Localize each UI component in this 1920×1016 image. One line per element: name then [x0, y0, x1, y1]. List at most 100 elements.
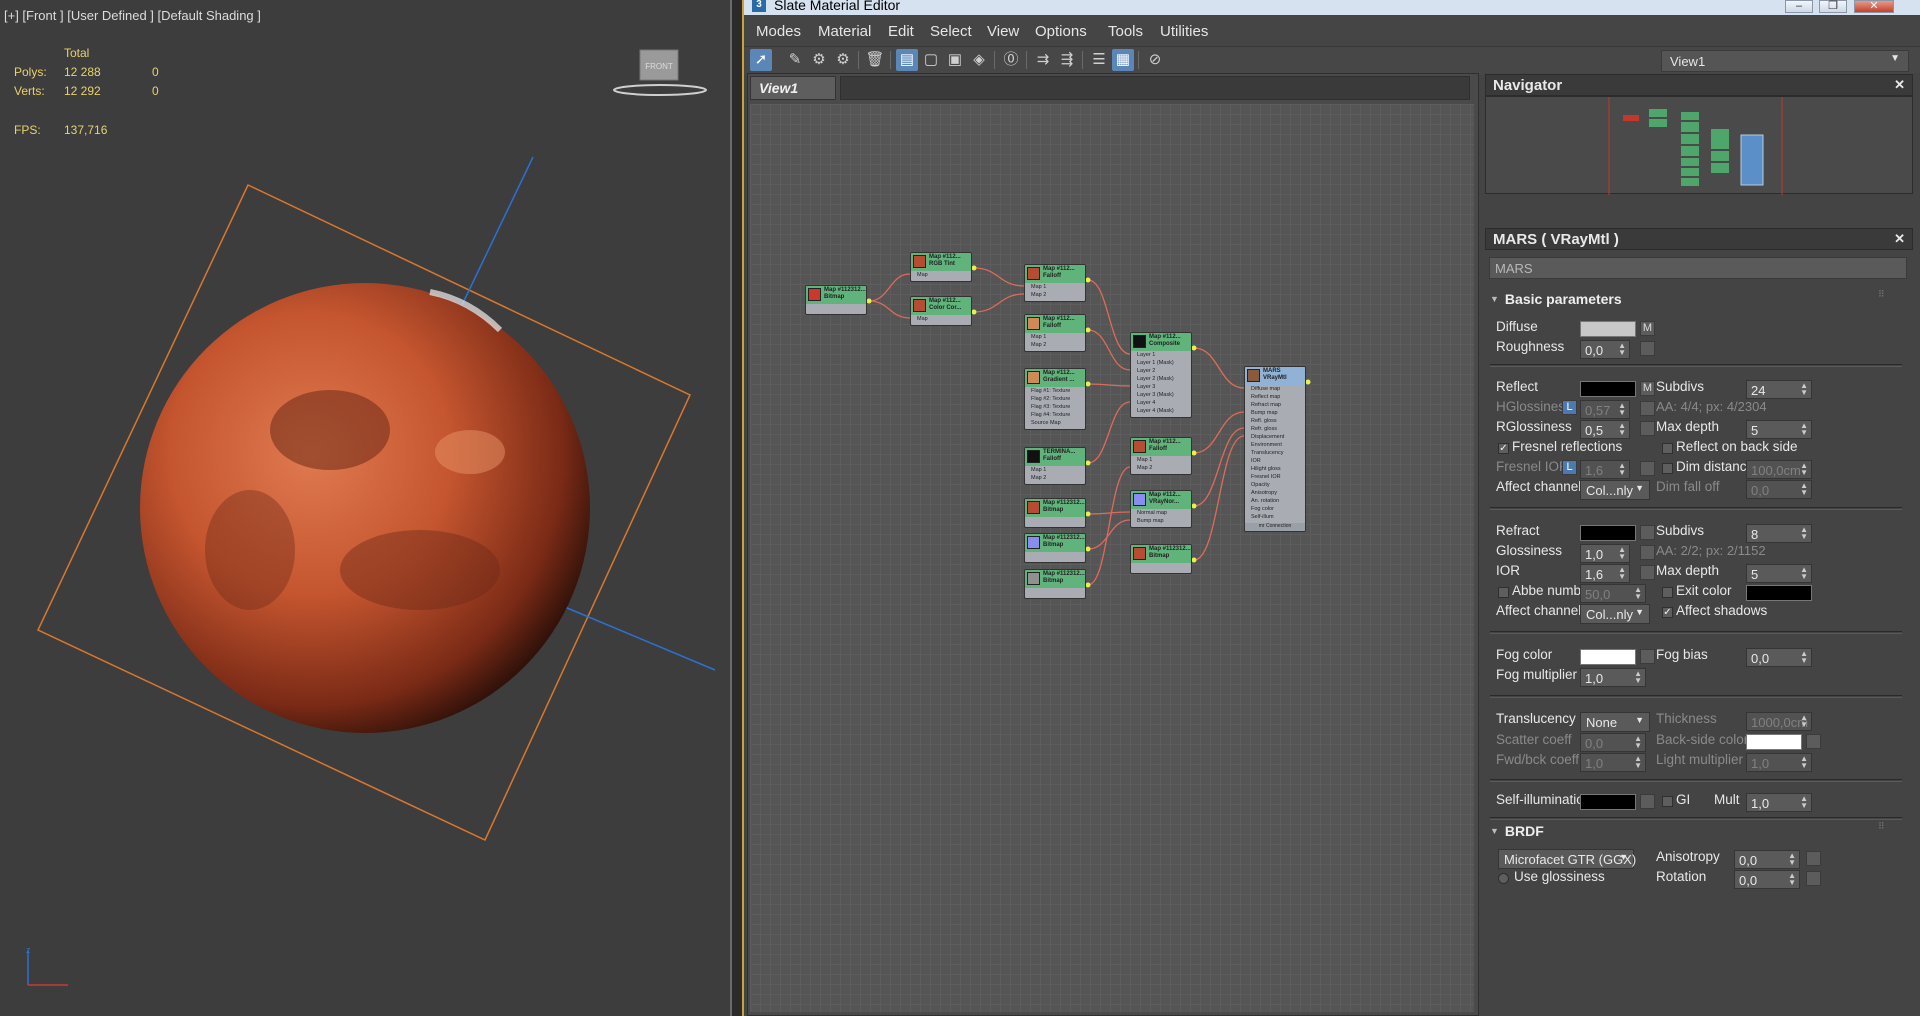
node-slot[interactable]: Flag #1: Texture [1031, 388, 1070, 394]
menu-modes[interactable]: Modes [756, 23, 801, 40]
move-children-icon[interactable]: ▤ [896, 49, 918, 71]
node-slot[interactable]: Map 2 [1031, 475, 1046, 481]
exit-color-checkbox[interactable] [1662, 587, 1673, 598]
title-bar[interactable]: 3 Slate Material Editor – ❐ ✕ [744, 0, 1920, 15]
viewcube[interactable]: FRONT [605, 46, 715, 102]
ior-map-button[interactable] [1640, 565, 1655, 580]
anisotropy-spinner[interactable]: 0,0 ▲ ▼ [1734, 850, 1800, 869]
node-header[interactable]: Map #112312... Bitmap [1025, 534, 1085, 552]
viewcube-face-label[interactable]: FRONT [645, 62, 673, 71]
view-select-dropdown[interactable]: View1 ▼ [1661, 50, 1909, 72]
maximize-icon[interactable]: ❐ [1819, 0, 1847, 13]
viewport-front[interactable]: [+] [Front ] [User Defined ] [Default Sh… [0, 0, 730, 1016]
menu-edit[interactable]: Edit [888, 23, 914, 40]
select-tool-icon[interactable]: ➚ [750, 49, 772, 71]
refract-map-button[interactable] [1640, 525, 1655, 540]
spinner-arrows-icon[interactable]: ▲ ▼ [1634, 735, 1642, 750]
node-slot[interactable]: Hilight gloss [1251, 466, 1281, 472]
affect-channels-dropdown[interactable]: Col...nly ▼ [1580, 480, 1650, 500]
hglossiness-spinner[interactable]: 0,57 ▲ ▼ [1580, 400, 1630, 419]
dim-distance-checkbox[interactable] [1662, 463, 1673, 474]
node-slot[interactable]: Bump map [1251, 410, 1278, 416]
spinner-arrows-icon[interactable]: ▲ ▼ [1800, 482, 1808, 497]
reflect-map-button[interactable]: M [1640, 381, 1655, 396]
output-socket[interactable] [1305, 379, 1311, 385]
node-slot[interactable]: Bump map [1137, 518, 1164, 524]
output-socket[interactable] [1085, 327, 1091, 333]
hglossiness-map-button[interactable] [1640, 401, 1655, 416]
spinner-arrows-icon[interactable]: ▲ ▼ [1800, 755, 1808, 770]
rglossiness-spinner[interactable]: 0,5 ▲ ▼ [1580, 420, 1630, 439]
output-socket[interactable] [1191, 557, 1197, 563]
fresnel-ior-spinner[interactable]: 1,6 ▲ ▼ [1580, 460, 1630, 479]
material-node[interactable]: Map #112312... Bitmap [1024, 569, 1086, 599]
mars-sphere[interactable] [140, 283, 590, 733]
output-socket[interactable] [866, 298, 872, 304]
node-slot[interactable]: Layer 2 (Mask) [1137, 376, 1174, 382]
reflect-backside-checkbox[interactable] [1662, 443, 1673, 454]
spinner-arrows-icon[interactable]: ▲ ▼ [1800, 714, 1808, 729]
backside-color-map-button[interactable] [1806, 734, 1821, 749]
mars-scene[interactable] [0, 130, 730, 860]
node-slot[interactable]: An. rotation [1251, 498, 1279, 504]
glossiness-spinner[interactable]: 1,0 ▲ ▼ [1580, 544, 1630, 563]
tab-view1[interactable]: View1 [750, 76, 836, 100]
navigator-preview[interactable] [1486, 97, 1914, 195]
roughness-map-button[interactable] [1640, 341, 1655, 356]
node-slot[interactable]: Map 1 [1031, 334, 1046, 340]
spinner-arrows-icon[interactable]: ▲ ▼ [1634, 586, 1642, 601]
node-slot[interactable]: Flag #4: Texture [1031, 412, 1070, 418]
menu-select[interactable]: Select [930, 23, 972, 40]
node-slot[interactable]: Translucency [1251, 450, 1284, 456]
dim-distance-spinner[interactable]: 100,0cm ▲ ▼ [1746, 460, 1812, 479]
material-node[interactable]: Map #112... VRayNor... Normal map Bump map [1130, 490, 1192, 528]
node-slot[interactable]: Fog color [1251, 506, 1274, 512]
fresnel-ior-lock-button[interactable]: L [1562, 460, 1577, 475]
diffuse-color-swatch[interactable] [1580, 321, 1636, 337]
self-illumination-swatch[interactable] [1580, 794, 1636, 810]
menu-options[interactable]: Options [1035, 23, 1087, 40]
node-header[interactable]: Map #112312... Bitmap [1025, 499, 1085, 517]
node-header[interactable]: Map #112... Falloff [1025, 315, 1085, 333]
node-slot[interactable]: Map 2 [1031, 342, 1046, 348]
spinner-arrows-icon[interactable]: ▲ ▼ [1800, 795, 1808, 810]
refl-subdivs-spinner[interactable]: 24 ▲ ▼ [1746, 380, 1812, 399]
layout-all-icon[interactable]: ⇉ [1032, 49, 1054, 71]
output-socket[interactable] [1085, 546, 1091, 552]
node-slot[interactable]: Flag #2: Texture [1031, 396, 1070, 402]
node-slot[interactable]: Layer 4 (Mask) [1137, 408, 1174, 414]
spinner-arrows-icon[interactable]: ▲ ▼ [1618, 422, 1626, 437]
put-to-scene-icon[interactable]: ⚙ [808, 49, 830, 71]
viewport-divider[interactable] [730, 0, 744, 1016]
node-slot[interactable]: Diffuse map [1251, 386, 1280, 392]
spinner-arrows-icon[interactable]: ▲ ▼ [1800, 462, 1808, 477]
menu-view[interactable]: View [987, 23, 1019, 40]
output-socket[interactable] [1085, 582, 1091, 588]
node-slot[interactable]: Map [917, 316, 928, 322]
node-header[interactable]: Map #112... Composite [1131, 333, 1191, 351]
basic-parameters-header[interactable]: ▼ Basic parameters ⠿ [1490, 289, 1885, 307]
material-node[interactable]: Map #112... Composite Layer 1 Layer 1 (Mask… [1130, 332, 1192, 418]
material-node[interactable]: Map #112312... Bitmap [805, 285, 867, 315]
material-node[interactable]: Map #112312... Bitmap [1024, 498, 1086, 528]
node-slot[interactable]: Source Map [1031, 420, 1061, 426]
delete-icon[interactable]: 🗑 [864, 49, 886, 71]
node-slot[interactable]: IOR [1251, 458, 1261, 464]
open-properties-icon[interactable]: ☰ [1088, 49, 1110, 71]
node-header[interactable]: TERMINA... Falloff [1025, 448, 1085, 466]
navigator-header[interactable]: Navigator ✕ [1485, 74, 1913, 96]
material-node[interactable]: Map #112312... Bitmap [1024, 533, 1086, 563]
close-icon[interactable]: ✕ [1854, 0, 1894, 13]
menu-utilities[interactable]: Utilities [1160, 23, 1208, 40]
node-slot[interactable]: Self-illum [1251, 514, 1274, 520]
material-name-field[interactable]: MARS [1489, 257, 1907, 279]
node-header[interactable]: Map #112312... Bitmap [1131, 545, 1191, 563]
output-socket[interactable] [971, 309, 977, 315]
mult-spinner[interactable]: 1,0 ▲ ▼ [1746, 793, 1812, 812]
node-header[interactable]: MARS VRayMtl [1245, 367, 1305, 385]
fwd-bck-coeff-spinner[interactable]: 1,0 ▲ ▼ [1580, 753, 1646, 772]
thickness-spinner[interactable]: 1000,0cm ▲ ▼ [1746, 712, 1812, 731]
output-socket[interactable] [1085, 277, 1091, 283]
diffuse-map-button[interactable]: M [1640, 321, 1655, 336]
output-socket[interactable] [1191, 450, 1197, 456]
